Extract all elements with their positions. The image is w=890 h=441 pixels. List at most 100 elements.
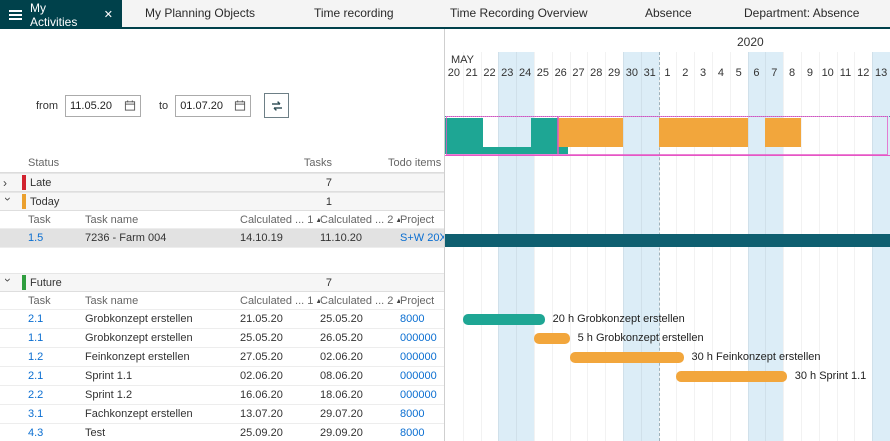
timeline-day-label: 24 [516, 67, 534, 81]
timeline-day-label: 29 [605, 67, 623, 81]
project-link[interactable]: S+W 20X [400, 232, 444, 244]
timeline-day-label: 21 [463, 67, 481, 81]
refresh-button[interactable] [264, 93, 289, 118]
calculated-date-2-cell: 08.06.20 [320, 370, 400, 382]
project-link[interactable]: 8000 [400, 313, 424, 325]
task-panel: from to [0, 29, 445, 441]
timeline-day-label: 28 [587, 67, 605, 81]
column-header-row: TaskTask nameCalculated ... 1▲Calculated… [0, 211, 444, 229]
from-date-input[interactable] [70, 100, 122, 112]
task-number-link[interactable]: 1.2 [28, 351, 43, 363]
calculated-date-2-cell: 29.09.20 [320, 427, 400, 439]
from-date-field[interactable] [65, 95, 141, 117]
gantt-chart: 2020MAY202122232425262728293031123456789… [445, 29, 890, 441]
calculated-1-column-header[interactable]: Calculated ... 1▲ [240, 214, 320, 226]
task-number-link[interactable]: 2.2 [28, 389, 43, 401]
task-row[interactable]: 1.2Feinkonzept erstellen27.05.2002.06.20… [0, 348, 444, 367]
calculated-2-column-header[interactable]: Calculated ... 2▲ [320, 214, 400, 226]
timeline-day-label: 25 [534, 67, 552, 81]
timeline-day-label: 7 [765, 67, 783, 81]
close-icon[interactable]: ✕ [104, 8, 113, 21]
timeline-day-label: 26 [552, 67, 570, 81]
task-number-link[interactable]: 2.1 [28, 313, 43, 325]
tab-time-recording[interactable]: Time recording [314, 0, 394, 27]
timeline-day-label: 5 [730, 67, 748, 81]
calculated-date-1-cell: 02.06.20 [240, 370, 320, 382]
calculated-date-1-cell: 25.05.20 [240, 332, 320, 344]
timeline-day-label: 30 [623, 67, 641, 81]
task-row[interactable]: 2.1Grobkonzept erstellen21.05.2025.05.20… [0, 310, 444, 329]
collapse-chevron-icon[interactable]: › [1, 197, 15, 207]
tab-time-recording-overview[interactable]: Time Recording Overview [450, 0, 588, 27]
group-row-today[interactable]: ›Today1 [0, 192, 444, 211]
selection-outline-box [446, 116, 558, 155]
project-column-header: Project [400, 295, 444, 307]
summary-task-bar[interactable] [445, 234, 890, 247]
tab-my-activities[interactable]: My Activities ✕ [0, 0, 122, 29]
todo-items-column-header: Todo items [388, 157, 441, 169]
task-name-cell: Sprint 1.1 [85, 370, 240, 382]
timeline-day-label: 9 [801, 67, 819, 81]
project-column-header: Project [400, 214, 444, 226]
task-number-link[interactable]: 4.3 [28, 427, 43, 439]
to-date-input[interactable] [180, 100, 232, 112]
timeline-day-label: 11 [837, 67, 855, 81]
project-link[interactable]: 8000 [400, 408, 424, 420]
timeline-month-label: MAY [451, 54, 474, 66]
calendar-icon[interactable] [124, 99, 136, 112]
task-number-link[interactable]: 1.5 [28, 232, 43, 244]
group-row-late[interactable]: ›Late7 [0, 173, 444, 192]
project-link[interactable]: 000000 [400, 370, 437, 382]
gantt-bar-label: 20 h Grobkonzept erstellen [553, 313, 685, 326]
tab-department-absence[interactable]: Department: Absence [744, 0, 859, 27]
gantt-task-bar[interactable] [570, 352, 684, 363]
tab-bar: My Activities ✕ My Planning Objects Time… [0, 0, 890, 29]
gantt-task-bar[interactable] [676, 371, 786, 382]
timeline-day-label: 23 [498, 67, 516, 81]
task-row[interactable]: 1.57236 - Farm 00414.10.1911.10.20S+W 20… [0, 229, 444, 248]
task-row[interactable]: 2.2Sprint 1.216.06.2018.06.20000000 [0, 386, 444, 405]
calculated-2-column-header[interactable]: Calculated ... 2▲ [320, 295, 400, 307]
task-number-link[interactable]: 2.1 [28, 370, 43, 382]
task-row[interactable]: 3.1Fachkonzept erstellen13.07.2029.07.20… [0, 405, 444, 424]
gantt-task-bar[interactable] [534, 333, 570, 344]
gantt-task-bar[interactable] [463, 314, 545, 325]
timeline-day-label: 8 [783, 67, 801, 81]
timeline-day-label: 3 [694, 67, 712, 81]
project-link[interactable]: 000000 [400, 351, 437, 363]
calculated-1-column-header[interactable]: Calculated ... 1▲ [240, 295, 320, 307]
calculated-date-1-cell: 16.06.20 [240, 389, 320, 401]
gantt-bar-label: 30 h Feinkonzept erstellen [692, 351, 821, 364]
task-name-cell: Fachkonzept erstellen [85, 408, 240, 420]
task-row[interactable]: 2.1 Sprint 1.102.06.2008.06.20000000 [0, 367, 444, 386]
menu-icon[interactable] [9, 10, 22, 20]
status-color-bar [22, 275, 26, 290]
to-date-field[interactable] [175, 95, 251, 117]
task-column-header: Task [28, 214, 85, 226]
calendar-icon[interactable] [234, 99, 246, 112]
table-top-header: Status Tasks Todo items [0, 155, 444, 173]
group-row-future[interactable]: › Future 7 [0, 273, 444, 292]
from-label: from [36, 100, 58, 112]
project-link[interactable]: 8000 [400, 427, 424, 439]
group-label: Future [30, 277, 62, 289]
task-number-link[interactable]: 3.1 [28, 408, 43, 420]
expand-chevron-icon[interactable]: › [3, 176, 13, 190]
task-name-column-header: Task name [85, 295, 240, 307]
tab-absence[interactable]: Absence [645, 0, 692, 27]
tab-my-planning-objects[interactable]: My Planning Objects [145, 0, 255, 27]
project-link[interactable]: 000000 [400, 332, 437, 344]
collapse-chevron-icon[interactable]: › [1, 278, 15, 288]
task-name-cell: Grobkonzept erstellen [85, 332, 240, 344]
task-column-header: Task [28, 295, 85, 307]
timeline-day-label: 20 [445, 67, 463, 81]
task-name-column-header: Task name [85, 214, 240, 226]
task-row[interactable]: 1.1Grobkonzept erstellen25.05.2026.05.20… [0, 329, 444, 348]
task-row[interactable]: 4.3Test25.09.2029.09.208000 [0, 424, 444, 441]
project-link[interactable]: 000000 [400, 389, 437, 401]
task-number-link[interactable]: 1.1 [28, 332, 43, 344]
task-name-cell: 7236 - Farm 004 [85, 232, 240, 244]
calculated-date-2-cell: 18.06.20 [320, 389, 400, 401]
group-task-count: 7 [326, 277, 332, 289]
calculated-date-1-cell: 25.09.20 [240, 427, 320, 439]
